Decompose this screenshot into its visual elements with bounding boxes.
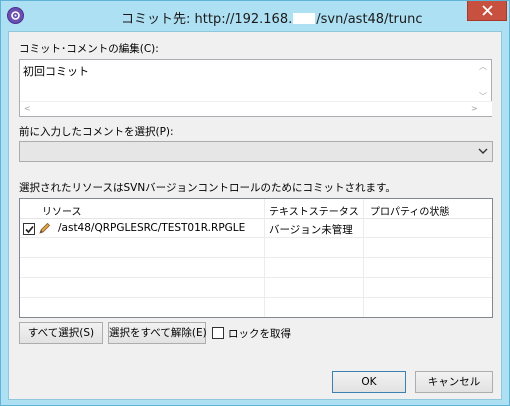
window-title-suffix: /svn/ast48/trunc: [316, 12, 423, 27]
close-button[interactable]: [467, 1, 507, 21]
table-row[interactable]: /ast48/QRPGLESRC/TEST01R.RPGLE バージョン未管理: [20, 219, 492, 238]
lock-label: ロックを取得: [228, 328, 291, 340]
redacted-block: [293, 13, 316, 24]
table-row-empty: [20, 279, 492, 298]
scroll-down-icon[interactable]: ﹀: [479, 93, 487, 101]
lock-checkbox[interactable]: [212, 327, 224, 339]
pencil-icon: [39, 222, 51, 234]
comment-vertical-scrollbar[interactable]: ︿ ﹀: [475, 60, 491, 103]
table-header: リソース テキストステータス プロパティの状態: [20, 199, 492, 219]
dialog-window: コミット先: http://192.168. /svn/ast48/trunc コ…: [0, 0, 510, 406]
dialog-client: コミット･コメントの編集(C): 初回コミット ︿ ﹀ < > 前に入力したコメ…: [8, 31, 502, 400]
close-icon: [482, 5, 493, 16]
scroll-left-icon[interactable]: <: [24, 105, 31, 113]
window-title: コミット先: http://192.168. /svn/ast48/trunc: [121, 8, 423, 27]
column-header-resource[interactable]: リソース: [42, 203, 82, 218]
column-divider: [363, 199, 364, 317]
table-row-empty: [20, 239, 492, 258]
previous-comment-label: 前に入力したコメントを選択(P):: [19, 126, 174, 138]
title-bar[interactable]: コミット先: http://192.168. /svn/ast48/trunc: [1, 1, 509, 31]
chevron-down-icon: [478, 148, 488, 154]
ok-button[interactable]: OK: [332, 371, 406, 393]
row-text-status: バージョン未管理: [269, 224, 353, 236]
window-title-prefix: コミット先: http://192.168.: [121, 12, 293, 27]
comment-text: 初回コミット: [23, 65, 89, 78]
column-header-property-status[interactable]: プロパティの状態: [370, 203, 449, 218]
app-icon: [7, 7, 24, 24]
select-all-button[interactable]: すべて選択(S): [19, 322, 103, 344]
deselect-all-button[interactable]: 選択をすべて解除(E): [108, 322, 207, 344]
table-row-empty: [20, 259, 492, 278]
column-header-text-status[interactable]: テキストステータス: [269, 203, 359, 218]
resources-label: 選択されたリソースはSVNバージョンコントロールのためにコミットされます。: [19, 182, 396, 194]
cancel-button[interactable]: キャンセル: [415, 371, 493, 393]
checkmark-icon: [25, 225, 34, 234]
scroll-up-icon[interactable]: ︿: [479, 63, 487, 71]
previous-comment-dropdown[interactable]: [19, 141, 493, 162]
comment-textarea[interactable]: 初回コミット ︿ ﹀ < >: [19, 59, 492, 117]
column-divider: [264, 199, 265, 317]
comment-label: コミット･コメントの編集(C):: [19, 43, 159, 55]
scroll-right-icon[interactable]: >: [471, 105, 478, 113]
row-checkbox[interactable]: [23, 223, 35, 235]
row-resource-path: /ast48/QRPGLESRC/TEST01R.RPGLE: [58, 222, 246, 234]
resources-table: リソース テキストステータス プロパティの状態 /ast48/QRPGLESRC…: [19, 198, 493, 318]
comment-horizontal-scrollbar[interactable]: < >: [20, 101, 492, 116]
